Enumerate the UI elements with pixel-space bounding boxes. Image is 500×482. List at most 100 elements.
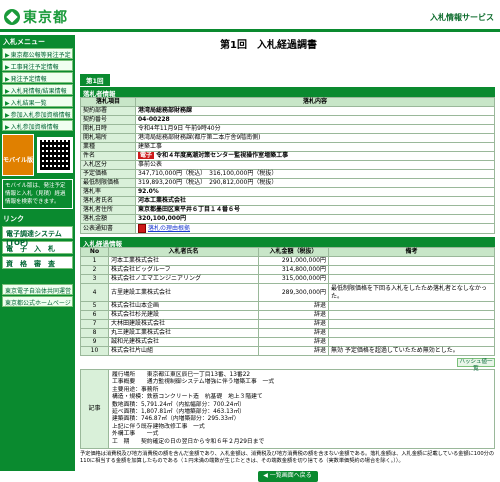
bidder-name: 河本工業株式会社 <box>108 256 259 266</box>
qr-code-icon <box>37 137 73 173</box>
bidder-name: 誠和光建株式会社 <box>108 337 259 347</box>
bid-amount: 辞退 <box>258 328 329 338</box>
winner-info-table: 落札項目 落札内容 契約部署 港湾局総務部財務課 契約番号 04-00228 開札日… <box>80 97 495 234</box>
arrow-icon: ▶ <box>5 100 10 107</box>
bid-note: 最低制限価格を下回る入札をしたため落札者となしなかった。 <box>328 283 495 302</box>
table-row: 開札日時 令和4年11月9日 午前9時40分 <box>80 124 495 134</box>
sidebar-item-result-list[interactable]: ▶入札結果一覧 <box>2 96 73 107</box>
bid-no: 2 <box>80 265 109 275</box>
footnote: 予定価格は消費税及び地方消費税の額を含んだ金額であり、入札金額は、消費税及び地方… <box>80 451 495 465</box>
row-label: 公表通知書 <box>80 223 136 234</box>
tokyo-logo[interactable]: 東京都 <box>4 7 68 27</box>
table-row: 3 株式会社ノエマエンジニアリング 315,000,000円 <box>80 274 495 284</box>
tokyo-emblem-icon <box>4 9 20 25</box>
table-row: 8 丸三建設工業株式会社 辞退 <box>80 328 495 338</box>
bid-note: 無効 予定価格を超過していたため無効とした。 <box>328 346 495 356</box>
row-value: 92.0% <box>135 187 495 197</box>
table-row: 契約番号 04-00228 <box>80 115 495 125</box>
row-value: 320,100,000円 <box>135 214 495 224</box>
arrow-icon: ▶ <box>5 112 10 119</box>
arrow-icon: ▶ <box>5 52 10 59</box>
row-value: 事前公表 <box>135 160 495 170</box>
bid-amount: 辞退 <box>258 310 329 320</box>
bid-no: 3 <box>80 274 109 284</box>
table-row: 開札場所 港湾局総務部財務課(都庁第二本庁舎9階南側) <box>80 133 495 143</box>
row-value: 電子 令和４年度高潮対策センター監視操作室増築工事 <box>135 151 495 161</box>
bid-amount: 辞退 <box>258 301 329 311</box>
pdf-icon <box>138 224 146 233</box>
back-to-list-button[interactable]: ◀ 一覧画面へ戻る <box>257 471 318 482</box>
bid-note <box>328 256 495 266</box>
row-value: 建築工事 <box>135 142 495 152</box>
remarks-label: 記事 <box>80 368 109 450</box>
sidebar-menu-heading: 入札メニュー <box>0 35 75 47</box>
project-name: 令和４年度高潮対策センター監視操作室増築工事 <box>156 152 289 159</box>
mobile-button[interactable]: モバイル版 <box>2 134 34 176</box>
e-procurement-button[interactable]: 電子調達システム(TOP) <box>2 226 73 247</box>
row-value: 東京都墨田区東平井６丁目１４番６号 <box>135 205 495 215</box>
qualification-button[interactable]: 資 格 審 査 <box>2 256 73 269</box>
bid-note <box>328 337 495 347</box>
row-label: 開札場所 <box>80 133 136 143</box>
electronic-tag: 電子 <box>138 152 155 159</box>
table-header-row: No 入札者氏名 入札金額（税抜） 備考 <box>80 247 495 257</box>
bid-note <box>328 265 495 275</box>
link-tokyo-official[interactable]: 東京都公式ホームページ <box>2 296 73 307</box>
arrow-icon: ▶ <box>5 88 10 95</box>
logo-text: 東京都 <box>23 10 68 26</box>
row-label: 落札率 <box>80 187 136 197</box>
bid-note <box>328 274 495 284</box>
row-value: 落札の理由根拠 <box>135 223 495 234</box>
hash-list-button[interactable]: ハッシュ値一覧 <box>457 358 495 372</box>
bidder-name: 大林田建設株式会社 <box>108 319 259 329</box>
row-label: 落札金額 <box>80 214 136 224</box>
row-label: 件名 <box>80 151 136 161</box>
row-value: 04-00228 <box>135 115 495 125</box>
bid-no: 8 <box>80 328 109 338</box>
arrow-icon: ▶ <box>5 76 10 83</box>
bidder-name: 古里建設工業株式会社 <box>108 283 259 302</box>
title-block: 第1回 入札経過調書 <box>80 36 495 60</box>
site-header: 東京都 入札情報サービス <box>0 0 500 32</box>
sidebar-item-order-schedule[interactable]: ▶発注予定情報 <box>2 72 73 83</box>
table-row: 7 大林田建設株式会社 辞退 <box>80 319 495 329</box>
table-row: 予定価格 347,710,000円（税込） 316,100,000円（税抜） <box>80 169 495 179</box>
bid-amount: 289,300,000円 <box>258 283 329 302</box>
table-row: 契約部署 港湾局総務部財務課 <box>80 106 495 116</box>
remarks-line: 上記に伴う既存建物改修工事 一式 <box>112 423 205 430</box>
table-row: 9 誠和光建株式会社 辞退 <box>80 337 495 347</box>
notice-pdf-link[interactable]: 落札の理由根拠 <box>148 225 190 232</box>
page-title: 第1回 入札経過調書 <box>220 40 317 51</box>
remarks-content: 履行場所 東京都江東区辰巳一丁目13番、13番22 工事概要 通力監視制御システ… <box>108 368 495 450</box>
row-value: 河本工業株式会社 <box>135 196 495 206</box>
sidebar-item-public-notice[interactable]: ▶東京都公報等発注予定 <box>2 48 73 59</box>
table-row: 最低制限価格 319,893,200円（税込） 290,812,000円（税抜） <box>80 178 495 188</box>
bid-note <box>328 319 495 329</box>
link-e-government[interactable]: 東京電子自治体共同運営 <box>2 284 73 295</box>
bid-note <box>328 328 495 338</box>
row-label: 落札者住所 <box>80 205 136 215</box>
sidebar-item-construction-schedule[interactable]: ▶工事発注予定情報 <box>2 60 73 71</box>
remarks-line: 外構工事 一式 <box>112 431 159 438</box>
column-header-no: No <box>80 247 109 257</box>
bid-amount: 314,800,000円 <box>258 265 329 275</box>
bid-no: 4 <box>80 283 109 302</box>
sidebar-item-qualification[interactable]: ▶入札参加資格情報 <box>2 120 73 131</box>
row-value: 港湾局総務部財務課 <box>135 106 495 116</box>
mobile-section: モバイル版 <box>2 134 73 176</box>
row-label: 契約部署 <box>80 106 136 116</box>
tab-round-1[interactable]: 第1回 <box>80 74 110 86</box>
bid-note <box>328 310 495 320</box>
remarks-line: 建築面積：746.87㎡（内増築部分：295.33㎡） <box>112 416 240 423</box>
bidder-name: 株式会社ビッグルーフ <box>108 265 259 275</box>
sidebar-item-participation[interactable]: ▶参加入札参加資格情報 <box>2 108 73 119</box>
bid-note <box>328 301 495 311</box>
remarks-table: 記事 履行場所 東京都江東区辰巳一丁目13番、13番22 工事概要 通力監視制御… <box>80 368 495 450</box>
table-row: 落札率 92.0% <box>80 187 495 197</box>
row-label: 最低制限価格 <box>80 178 136 188</box>
sidebar-item-bid-results[interactable]: ▶入札発情報/結果情報 <box>2 84 73 95</box>
sidebar: 入札メニュー ▶東京都公報等発注予定 ▶工事発注予定情報 ▶発注予定情報 ▶入札… <box>0 35 75 471</box>
arrow-icon: ▶ <box>5 124 10 131</box>
main-content: 第1回 入札経過調書 第1回 落札者情報 落札項目 落札内容 契約部署 港湾局総務… <box>80 36 495 482</box>
table-row: 入札区分 事前公表 <box>80 160 495 170</box>
